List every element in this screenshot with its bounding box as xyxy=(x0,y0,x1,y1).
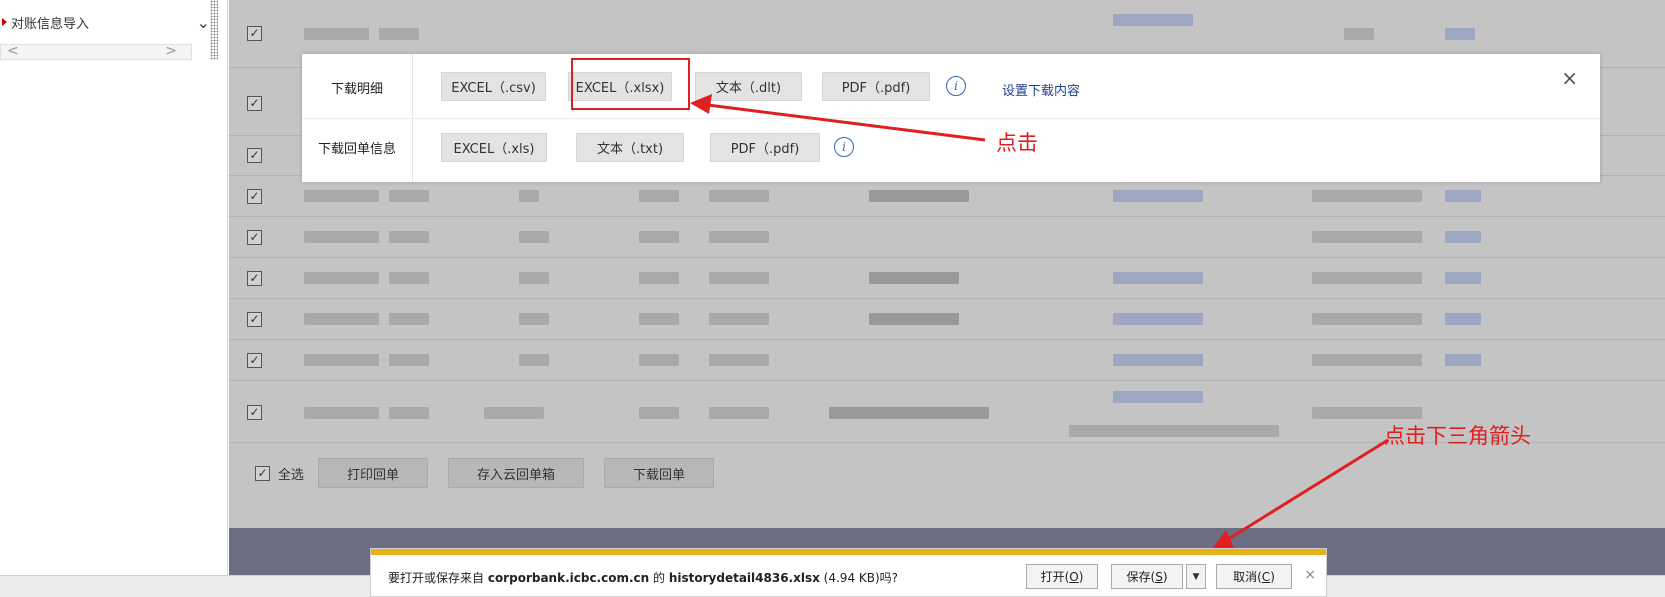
pdf-button[interactable]: PDF（.pdf) xyxy=(822,72,930,101)
table-row: ✓ xyxy=(229,176,1665,217)
pdf-receipt-button[interactable]: PDF（.pdf) xyxy=(710,133,820,162)
sidebar-horizontal-scrollbar[interactable]: < > xyxy=(0,43,192,60)
settings-download-content-link[interactable]: 设置下载内容 xyxy=(1002,80,1080,99)
info-icon[interactable]: i xyxy=(834,137,854,157)
row-checkbox[interactable]: ✓ xyxy=(247,405,262,420)
row-checkbox[interactable]: ✓ xyxy=(247,96,262,111)
select-all-checkbox[interactable]: ✓ xyxy=(255,465,270,481)
highlight-xlsx-box xyxy=(571,58,690,110)
row-checkbox[interactable]: ✓ xyxy=(247,148,262,163)
splitter-grip[interactable] xyxy=(210,0,218,60)
excel-xls-button[interactable]: EXCEL（.xls) xyxy=(441,133,547,162)
sidebar: 对账信息导入 ⌄ < > xyxy=(0,0,228,575)
download-receipt-info-label: 下载回单信息 xyxy=(317,142,396,157)
text-txt-button[interactable]: 文本（.txt) xyxy=(576,133,684,162)
row-checkbox[interactable]: ✓ xyxy=(247,271,262,286)
excel-csv-button[interactable]: EXCEL（.csv) xyxy=(441,72,546,101)
annotation-click-arrow: 点击下三角箭头 xyxy=(1384,424,1531,448)
row-checkbox[interactable]: ✓ xyxy=(247,353,262,368)
annotation-click: 点击 xyxy=(996,131,1038,155)
download-options-popup: 下载明细 EXCEL（.csv) EXCEL（.xlsx) 文本（.dlt) P… xyxy=(302,54,1600,182)
row-checkbox[interactable]: ✓ xyxy=(247,26,262,41)
select-all-label: 全选 xyxy=(278,467,305,483)
print-receipt-button[interactable]: 打印回单 xyxy=(318,458,429,488)
table-row: ✓ xyxy=(229,299,1665,340)
dropdown-triangle-icon[interactable]: ▼ xyxy=(1186,564,1206,589)
close-icon[interactable]: × xyxy=(1304,567,1316,583)
download-notification-bar: 要打开或保存来自 corporbank.icbc.com.cn 的 histor… xyxy=(370,548,1327,597)
download-receipt-button[interactable]: 下载回单 xyxy=(604,458,715,488)
chevron-down-icon[interactable]: ⌄ xyxy=(197,13,210,32)
row-checkbox[interactable]: ✓ xyxy=(247,189,262,204)
download-detail-label: 下载明细 xyxy=(330,82,383,97)
cancel-button[interactable]: 取消(C) xyxy=(1216,564,1292,589)
bullet-icon xyxy=(2,18,7,26)
save-button[interactable]: 保存(S) xyxy=(1111,564,1183,589)
text-dlt-button[interactable]: 文本（.dlt) xyxy=(695,72,802,101)
table-row: ✓ xyxy=(229,217,1665,258)
close-icon[interactable]: × xyxy=(1561,66,1578,90)
row-checkbox[interactable]: ✓ xyxy=(247,312,262,327)
save-to-cloud-button[interactable]: 存入云回单箱 xyxy=(448,458,585,488)
download-prompt-text: 要打开或保存来自 corporbank.icbc.com.cn 的 histor… xyxy=(388,571,899,585)
sidebar-item-label: 对账信息导入 xyxy=(11,16,90,32)
table-row: ✓ xyxy=(229,340,1665,381)
row-checkbox[interactable]: ✓ xyxy=(247,230,262,245)
info-icon[interactable]: i xyxy=(946,76,966,96)
scroll-left-icon[interactable]: < xyxy=(7,43,19,59)
sidebar-item-reconciliation-import[interactable]: 对账信息导入 ⌄ xyxy=(0,8,210,36)
open-button[interactable]: 打开(O) xyxy=(1026,564,1098,589)
action-bar: ✓ 全选 打印回单 存入云回单箱 下载回单 xyxy=(229,448,1665,498)
table-row: ✓ xyxy=(229,258,1665,299)
scroll-right-icon[interactable]: > xyxy=(165,43,177,59)
